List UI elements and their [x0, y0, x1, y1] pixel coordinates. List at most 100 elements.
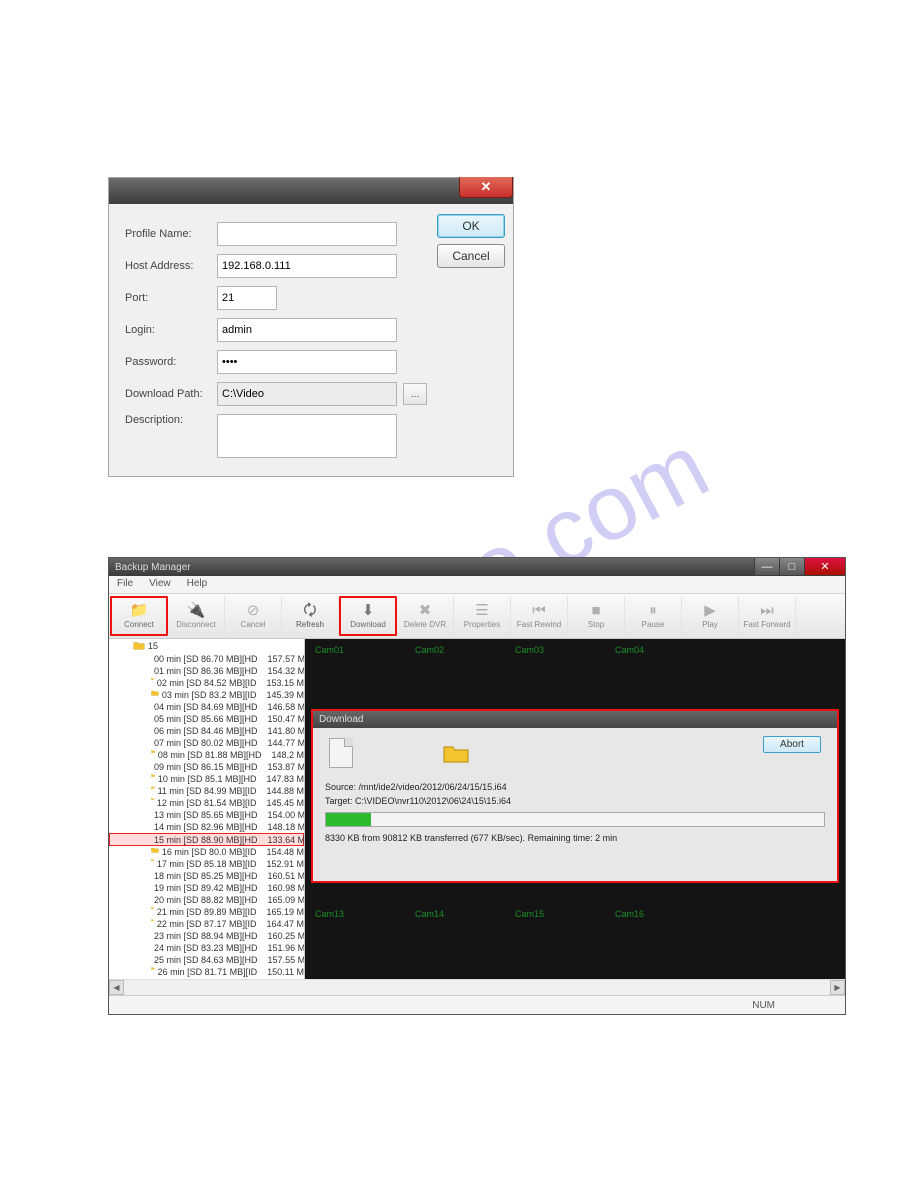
cam-label: Cam14 [415, 909, 444, 919]
refresh-icon: 🗘 [303, 603, 316, 620]
tree-item[interactable]: 23 min [SD 88.94 MB][HD 160.25 M [109, 930, 304, 942]
tree-item[interactable]: 09 min [SD 86.15 MB][HD153.87 M [109, 761, 304, 773]
cam-label: Cam04 [615, 645, 644, 655]
cam-label: Cam13 [315, 909, 344, 919]
tree-item[interactable]: 15 min [SD 88.90 MB][HD133.64 M [109, 833, 304, 846]
tree-item[interactable]: 21 min [SD 89.89 MB][ID165.19 M [109, 906, 304, 918]
play-icon: ▶ [704, 603, 716, 620]
tree-item[interactable]: 18 min [SD 85.25 MB][HD160.51 M [109, 870, 304, 882]
folder-icon [151, 798, 154, 808]
tree-item[interactable]: 22 min [SD 87.17 MB][ID164.47 M [109, 918, 304, 930]
tree-item-size: 154.00 M [268, 810, 305, 820]
tree-item[interactable]: 00 min [SD 86.70 MB][HD157.57 M [109, 653, 304, 665]
tree-item-name: 17 min [SD 85.18 MB][ID [157, 859, 257, 869]
password-field[interactable] [217, 350, 397, 374]
maximize-button[interactable]: □ [779, 558, 804, 575]
tree-item[interactable]: 24 min [SD 83.23 MB][HD151.96 M [109, 942, 304, 954]
toolbar-disconnect[interactable]: 🔌Disconnect [168, 596, 225, 636]
tree-item[interactable]: 04 min [SD 84.69 MB][HD146.58 M [109, 701, 304, 713]
scroll-right-icon[interactable]: ▶ [830, 980, 845, 995]
tree-item[interactable]: 03 min [SD 83.2 MB][ID145.39 M [109, 689, 304, 701]
tree-item[interactable]: 13 min [SD 85.65 MB][HD154.00 M [109, 809, 304, 821]
tree-item[interactable]: 02 min [SD 84.52 MB][ID 153.15 M [109, 677, 304, 689]
toolbar-fast-forward[interactable]: ⏭Fast Forward [739, 596, 796, 636]
download-panel: Download Abort Source: /mnt/ide2/video/2… [311, 709, 839, 883]
tree-item[interactable]: 25 min [SD 84.63 MB][HD157.55 M [109, 954, 304, 966]
cancel-button[interactable]: Cancel [437, 244, 505, 268]
folder-icon [151, 678, 154, 688]
download-path-field[interactable] [217, 382, 397, 406]
tree-item[interactable]: 14 min [SD 82.96 MB][HD148.18 M [109, 821, 304, 833]
tree-item-name: 23 min [SD 88.94 MB][HD [154, 931, 258, 941]
tree-item[interactable]: 10 min [SD 85.1 MB][HD147.83 M [109, 773, 304, 785]
tree-item-size: 148.2 M [271, 750, 304, 760]
host-address-field[interactable] [217, 254, 397, 278]
browse-button[interactable]: ... [403, 383, 427, 405]
scroll-left-icon[interactable]: ◀ [109, 980, 124, 995]
tree-item[interactable]: 11 min [SD 84.99 MB][ID144.88 M [109, 785, 304, 797]
toolbar-fast-rewind[interactable]: ⏮Fast Rewind [511, 596, 568, 636]
dialog-titlebar: ✕ [109, 178, 513, 204]
toolbar-cancel[interactable]: ⊘Cancel [225, 596, 282, 636]
toolbar-connect[interactable]: 📁Connect [110, 596, 168, 636]
tree-item-name: 18 min [SD 85.25 MB][HD [154, 871, 258, 881]
tree-item[interactable]: 07 min [SD 80.02 MB][HD144.77 M [109, 737, 304, 749]
port-field[interactable] [217, 286, 277, 310]
cam-label: Cam15 [515, 909, 544, 919]
menu-file[interactable]: File [109, 576, 141, 593]
file-tree[interactable]: 15 00 min [SD 86.70 MB][HD157.57 M01 min… [109, 639, 305, 979]
tree-root[interactable]: 15 [109, 639, 304, 653]
tree-item-size: 160.25 M [268, 931, 305, 941]
tree-item[interactable]: 26 min [SD 81.71 MB][ID150.11 M [109, 966, 304, 978]
toolbar-pause[interactable]: ⏸Pause [625, 596, 682, 636]
login-label: Login: [125, 324, 217, 336]
description-label: Description: [125, 414, 217, 426]
toolbar-download[interactable]: ⬇Download [339, 596, 397, 636]
description-field[interactable] [217, 414, 397, 458]
toolbar-stop[interactable]: ■Stop [568, 596, 625, 636]
toolbar-label: Connect [124, 620, 154, 629]
tree-item-size: 141.80 M [268, 726, 305, 736]
tree-item[interactable]: 19 min [SD 89.42 MB][HD160.98 M [109, 882, 304, 894]
horizontal-scrollbar[interactable]: ◀ ▶ [109, 979, 845, 995]
tree-item-size: 153.15 M [266, 678, 304, 688]
tree-item[interactable]: 16 min [SD 80.0 MB][ID154.48 M [109, 846, 304, 858]
minimize-button[interactable]: — [754, 558, 779, 575]
camera-viewer: Cam01 Cam02 Cam03 Cam04 Cam13 Cam14 Cam1… [305, 639, 845, 979]
tree-item[interactable]: 08 min [SD 81.88 MB][HD148.2 M [109, 749, 304, 761]
abort-button[interactable]: Abort [763, 736, 821, 753]
tree-item[interactable]: 01 min [SD 86.36 MB][HD154.32 M [109, 665, 304, 677]
ok-button[interactable]: OK [437, 214, 505, 238]
pause-icon: ⏸ [649, 603, 657, 620]
menu-help[interactable]: Help [179, 576, 216, 593]
tree-item[interactable]: 20 min [SD 88.82 MB][HD165.09 M [109, 894, 304, 906]
tree-item-size: 147.83 M [266, 774, 304, 784]
tree-item-size: 145.39 M [266, 690, 304, 700]
toolbar-label: Fast Rewind [517, 620, 561, 629]
toolbar-label: Delete DVR [404, 620, 446, 629]
toolbar-refresh[interactable]: 🗘Refresh [282, 596, 339, 636]
status-numlock: NUM [752, 1000, 775, 1011]
folder-icon [151, 967, 155, 977]
tree-item[interactable]: 17 min [SD 85.18 MB][ID152.91 M [109, 858, 304, 870]
profile-name-field[interactable] [217, 222, 397, 246]
close-button[interactable]: ✕ [804, 558, 845, 575]
tree-item-name: 04 min [SD 84.69 MB][HD [154, 702, 258, 712]
tree-item[interactable]: 05 min [SD 85.66 MB][HD150.47 M [109, 713, 304, 725]
tree-item[interactable]: 12 min [SD 81.54 MB][ID145.45 M [109, 797, 304, 809]
toolbar-label: Cancel [241, 620, 266, 629]
close-button[interactable]: ✕ [459, 177, 513, 198]
tree-item-name: 12 min [SD 81.54 MB][ID [157, 798, 257, 808]
tree-item-name: 06 min [SD 84.46 MB][HD [154, 726, 258, 736]
tree-item-name: 02 min [SD 84.52 MB][ID [157, 678, 257, 688]
login-field[interactable] [217, 318, 397, 342]
toolbar-label: Pause [642, 620, 665, 629]
menu-view[interactable]: View [141, 576, 179, 593]
toolbar-play[interactable]: ▶Play [682, 596, 739, 636]
toolbar-label: Stop [588, 620, 604, 629]
toolbar-delete-dvr[interactable]: ✖Delete DVR [397, 596, 454, 636]
tree-item[interactable]: 06 min [SD 84.46 MB][HD 141.80 M [109, 725, 304, 737]
toolbar-properties[interactable]: ☰Properties [454, 596, 511, 636]
tree-item-name: 25 min [SD 84.63 MB][HD [154, 955, 258, 965]
tree-item-size: 160.98 M [268, 883, 305, 893]
